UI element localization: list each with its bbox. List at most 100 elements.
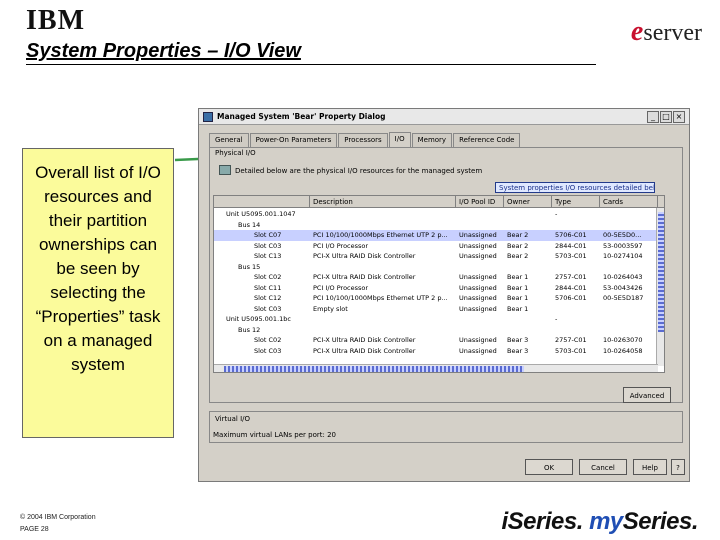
cell-pool: [456, 209, 504, 220]
table-row[interactable]: Bus 12: [214, 325, 658, 336]
close-button[interactable]: ×: [673, 111, 685, 123]
cell-pool: Unassigned: [459, 283, 497, 292]
help-question-button[interactable]: ?: [671, 459, 685, 475]
tab-power-on-parameters[interactable]: Power-On Parameters: [249, 133, 338, 147]
cell-pool: Unassigned: [459, 273, 497, 281]
cell-type: 2844-C01: [555, 283, 587, 292]
table-row[interactable]: Unit U5095.001.1047 -: [214, 209, 658, 220]
cell-type: -: [555, 315, 558, 323]
cell-desc: [310, 325, 456, 336]
table-row[interactable]: Slot C03 PCI I/O Processor Unassigned Bear …: [214, 241, 658, 252]
cell-pool: [456, 220, 504, 231]
cell-type: 5706-C01: [555, 231, 587, 239]
cell-tree: Bus 12: [238, 325, 261, 334]
cell-owner: [504, 220, 552, 231]
column-header-description[interactable]: Description: [310, 196, 456, 208]
table-row[interactable]: Slot C03 Empty slot Unassigned Bear 1: [214, 304, 658, 315]
cell-cards: 00-5E5D187: [603, 294, 644, 302]
cancel-button[interactable]: Cancel: [579, 459, 627, 475]
virtual-lan-max: Maximum virtual LANs per port: 20: [213, 431, 336, 439]
cell-desc: [310, 314, 456, 325]
cell-cards: 00-5E5D0...: [603, 231, 642, 239]
cell-pool: Unassigned: [459, 252, 497, 260]
info-icon: [219, 165, 231, 175]
cell-tree: Bus 14: [238, 220, 261, 229]
cell-tree: Slot C02: [254, 336, 282, 344]
table-row[interactable]: Bus 15: [214, 262, 658, 273]
table-row[interactable]: Slot C11 PCI I/O Processor Unassigned Bear …: [214, 283, 658, 294]
cell-pool: [456, 314, 504, 325]
cell-cards: 53-0003597: [603, 241, 643, 250]
cell-type: [552, 220, 600, 231]
table-row[interactable]: Slot C12 PCI 10/100/1000Mbps Ethernet UTP…: [214, 293, 658, 304]
cell-cards: [600, 314, 658, 325]
cell-desc: [310, 262, 456, 273]
vertical-scroll-thumb[interactable]: [658, 212, 664, 332]
cell-tree: Bus 15: [238, 262, 261, 271]
table-row[interactable]: Slot C02 PCI-X Ultra RAID Disk Controller…: [214, 335, 658, 346]
cell-type: 2757-C01: [555, 336, 587, 344]
table-row[interactable]: Slot C07 PCI 10/100/1000Mbps Ethernet UTP…: [214, 230, 658, 241]
cell-tree: Slot C03: [254, 304, 282, 313]
cell-tree: Slot C07: [254, 231, 282, 239]
cell-cards: 10-0264058: [603, 346, 643, 355]
cell-type: 5703-C01: [555, 346, 587, 355]
table-row[interactable]: Slot C02 PCI-X Ultra RAID Disk Controller…: [214, 272, 658, 283]
column-header-owner[interactable]: Owner: [504, 196, 552, 208]
cell-type: -: [555, 210, 558, 218]
tab-bar: General Power-On Parameters Processors I…: [209, 132, 521, 147]
cell-cards: [600, 304, 658, 315]
horizontal-scrollbar[interactable]: [214, 364, 658, 372]
cell-desc: PCI-X Ultra RAID Disk Controller: [313, 252, 416, 260]
cell-cards: 53-0043426: [603, 283, 643, 292]
cell-desc: [310, 220, 456, 231]
cell-tree: Slot C12: [254, 294, 282, 302]
tab-general[interactable]: General: [209, 133, 249, 147]
tab-processors[interactable]: Processors: [338, 133, 388, 147]
vertical-scrollbar[interactable]: [656, 208, 664, 366]
column-header-pool[interactable]: I/O Pool ID: [456, 196, 504, 208]
help-button[interactable]: Help: [633, 459, 667, 475]
cell-owner: [504, 314, 552, 325]
cell-desc: PCI 10/100/1000Mbps Ethernet UTP 2 p...: [313, 294, 448, 302]
cell-pool: Unassigned: [459, 336, 497, 344]
maximize-button[interactable]: □: [660, 111, 672, 123]
cell-owner: Bear 1: [507, 283, 529, 292]
ok-button[interactable]: OK: [525, 459, 573, 475]
cell-tree: Slot C11: [254, 283, 282, 292]
cell-pool: Unassigned: [459, 241, 497, 250]
horizontal-scroll-thumb[interactable]: [224, 366, 524, 372]
cell-desc: [310, 209, 456, 220]
property-dialog: Managed System 'Bear' Property Dialog _ …: [198, 108, 690, 482]
cell-owner: Bear 3: [507, 336, 529, 344]
table-row[interactable]: Slot C03 PCI-X Ultra RAID Disk Controller…: [214, 346, 658, 357]
cell-cards: [600, 209, 658, 220]
window-icon: [203, 112, 213, 122]
cell-cards: [600, 262, 658, 273]
cell-type: [552, 304, 600, 315]
advanced-button[interactable]: Advanced: [623, 387, 671, 403]
cell-type: [552, 325, 600, 336]
properties-task-link[interactable]: System properties I/O resources detailed…: [495, 182, 655, 193]
minimize-button[interactable]: _: [647, 111, 659, 123]
table-row[interactable]: Unit U5095.001.1bc -: [214, 314, 658, 325]
table-row[interactable]: Slot C13 PCI-X Ultra RAID Disk Controller…: [214, 251, 658, 262]
cell-type: 5703-C01: [555, 252, 587, 260]
cell-type: 5706-C01: [555, 294, 587, 302]
cell-desc: Empty slot: [313, 304, 348, 313]
tab-reference-code[interactable]: Reference Code: [453, 133, 521, 147]
cell-pool: Unassigned: [459, 304, 497, 313]
column-header-tree[interactable]: [214, 196, 310, 208]
column-header-type[interactable]: Type: [552, 196, 600, 208]
column-header-cards[interactable]: Cards: [600, 196, 658, 208]
cell-tree: Unit U5095.001.1bc: [226, 315, 291, 323]
cell-tree: Slot C02: [254, 273, 282, 281]
tab-io[interactable]: I/O: [388, 132, 411, 147]
tab-memory[interactable]: Memory: [411, 133, 453, 147]
table-row[interactable]: Bus 14: [214, 220, 658, 231]
cell-owner: Bear 3: [507, 346, 529, 355]
cell-desc: PCI I/O Processor: [313, 241, 369, 250]
cell-cards: 10-0274104: [603, 252, 643, 260]
cell-owner: [504, 262, 552, 273]
cell-pool: Unassigned: [459, 294, 497, 302]
